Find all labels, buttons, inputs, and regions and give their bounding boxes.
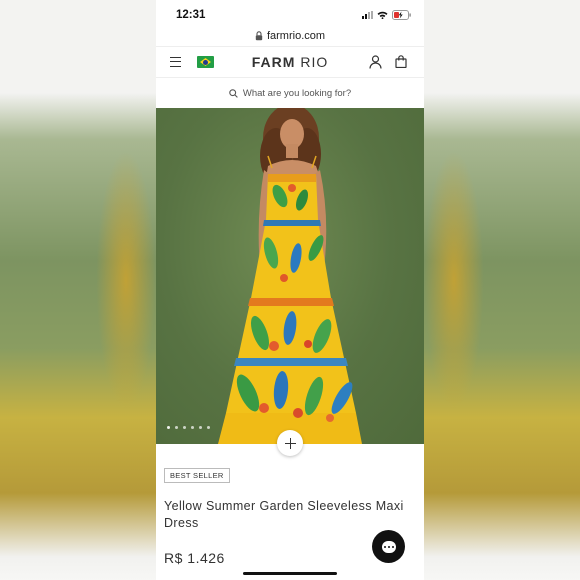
carousel-dot[interactable] xyxy=(191,426,194,429)
logo-rio: RIO xyxy=(295,54,329,70)
plus-icon xyxy=(284,437,296,449)
home-indicator[interactable] xyxy=(243,572,337,575)
status-time: 12:31 xyxy=(176,9,206,21)
carousel-dot[interactable] xyxy=(175,426,178,429)
url-text: farmrio.com xyxy=(266,30,326,42)
chat-bubble-icon xyxy=(381,540,396,553)
best-seller-badge: BEST SELLER xyxy=(164,468,230,483)
status-bar: 12:31 xyxy=(156,0,424,28)
site-header: FARM RIO xyxy=(156,46,424,78)
blurred-backdrop-right xyxy=(424,0,580,580)
chat-button[interactable] xyxy=(372,530,405,563)
carousel-dot[interactable] xyxy=(199,426,202,429)
search-bar[interactable]: What are you looking for? xyxy=(156,80,424,106)
product-image[interactable] xyxy=(156,108,424,444)
carousel-dots[interactable] xyxy=(167,426,210,429)
carousel-dot[interactable] xyxy=(207,426,210,429)
wifi-icon xyxy=(377,11,388,19)
logo-farm: FARM xyxy=(251,54,296,70)
lock-icon xyxy=(255,31,263,41)
carousel-dot[interactable] xyxy=(183,426,186,429)
phone-screen: 12:31 farmrio.com FARM RIO What are you … xyxy=(156,0,424,580)
browser-url-bar[interactable]: farmrio.com xyxy=(156,28,424,44)
shopping-bag-icon[interactable] xyxy=(395,55,407,68)
search-icon xyxy=(229,88,238,98)
zoom-button[interactable] xyxy=(277,430,303,456)
account-icon[interactable] xyxy=(369,55,382,69)
blurred-backdrop-left xyxy=(0,0,156,580)
search-input[interactable]: What are you looking for? xyxy=(243,88,351,99)
signal-icon xyxy=(362,11,373,19)
product-title: Yellow Summer Garden Sleeveless Maxi Dre… xyxy=(164,499,404,530)
product-price: R$ 1.426 xyxy=(164,550,225,566)
battery-charging-icon xyxy=(392,10,412,20)
brand-logo[interactable]: FARM RIO xyxy=(156,54,424,70)
status-icons xyxy=(362,10,412,20)
carousel-dot[interactable] xyxy=(167,426,170,429)
